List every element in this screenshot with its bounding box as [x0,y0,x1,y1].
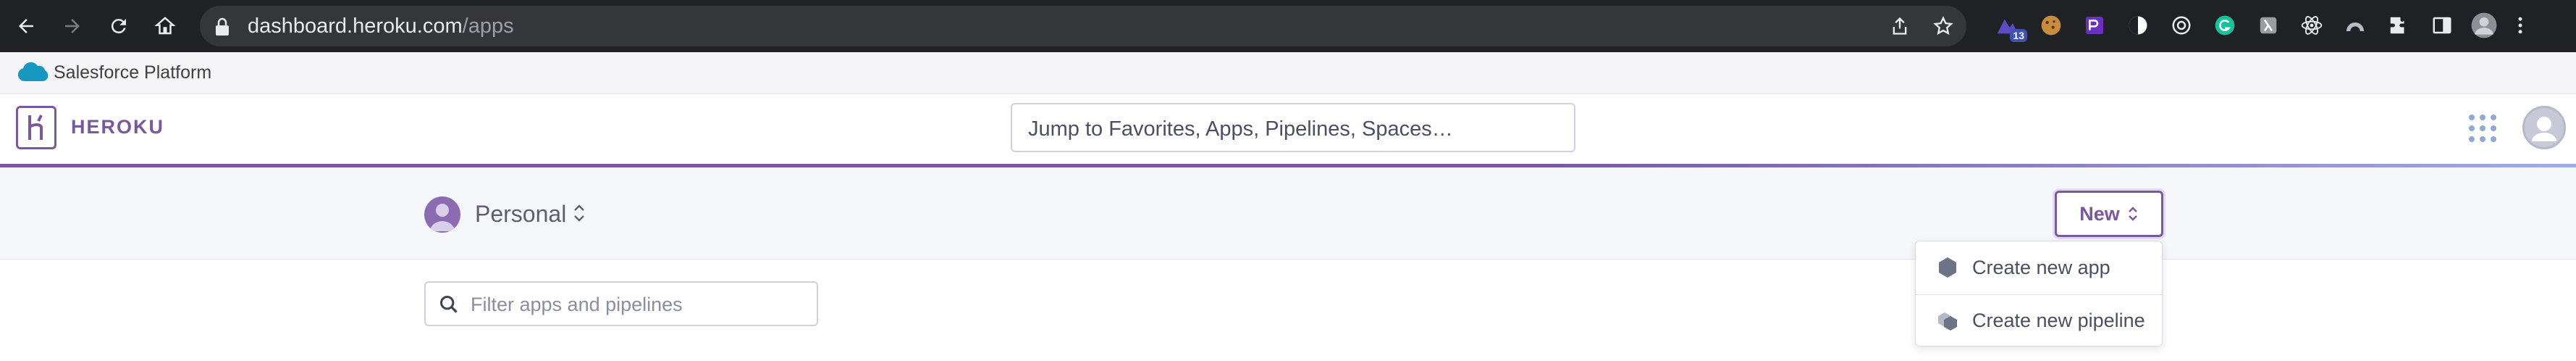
account-bar: Personal New [0,167,2576,260]
salesforce-platform-label: Salesforce Platform [54,62,212,83]
profile-avatar-icon [2471,12,2497,38]
jump-to-search-input[interactable]: Jump to Favorites, Apps, Pipelines, Spac… [1011,103,1575,152]
react-icon [2301,16,2323,35]
side-panel-icon [2433,17,2451,34]
url-path: /apps [462,14,514,38]
user-avatar[interactable] [2522,106,2566,149]
extension-react[interactable] [2297,10,2327,41]
apps-grid-icon[interactable] [2469,115,2496,142]
search-icon [439,295,458,313]
circle-half-icon [2129,16,2147,35]
bookmark-star-icon[interactable] [1933,16,1953,36]
jump-to-search-placeholder: Jump to Favorites, Apps, Pipelines, Spac… [1028,117,1453,141]
personal-account-avatar[interactable] [424,196,460,233]
kebab-menu-icon [2518,17,2522,34]
person-icon [430,204,455,231]
grammarly-icon [2215,15,2235,36]
salesforce-platform-strip: Salesforce Platform [0,52,2576,94]
extension-grammarly[interactable] [2210,10,2240,41]
salesforce-cloud-icon [17,62,49,82]
lambda-icon [2260,17,2277,34]
url-text: dashboard.heroku.com/apps [248,14,514,38]
new-dropdown-menu: Create new app Create new pipeline [1915,241,2163,347]
extension-circle[interactable] [2123,10,2153,41]
hexagon-icon [1939,257,1956,278]
extension-mountain[interactable]: 13 [1992,10,2027,42]
target-icon [2172,16,2191,35]
extensions-menu-button[interactable] [2383,10,2414,41]
user-silhouette-icon [2532,117,2556,141]
menu-item-label: Create new pipeline [1972,310,2145,331]
home-button[interactable] [152,13,178,39]
menu-item-label: Create new app [1972,256,2110,278]
lock-icon [216,17,229,36]
arc-icon [2346,22,2364,31]
menu-item-create-pipeline[interactable]: Create new pipeline [1916,294,2162,347]
address-bar[interactable]: dashboard.heroku.com/apps [200,6,1966,46]
extension-badge: 13 [2010,29,2027,42]
extension-arc[interactable] [2340,10,2370,41]
back-button[interactable] [13,13,39,39]
new-button[interactable]: New [2055,191,2163,237]
reload-button[interactable] [106,13,132,39]
cookie-icon [2041,15,2061,36]
chevron-up-down-icon [2128,207,2137,221]
puzzle-icon [2390,17,2404,34]
profile-button[interactable] [2469,10,2499,41]
home-icon [154,17,176,35]
share-icon[interactable] [1890,16,1910,36]
forward-button[interactable] [59,13,85,39]
chevron-up-down-icon[interactable] [572,202,586,224]
extension-cookie[interactable] [2036,10,2066,41]
side-panel-button[interactable] [2427,10,2457,41]
browser-menu-button[interactable] [2505,10,2535,41]
rp-icon [2086,17,2103,34]
forward-arrow-icon [65,19,80,33]
back-arrow-icon [19,19,33,33]
extension-rp[interactable] [2079,10,2110,41]
filter-apps-input[interactable]: Filter apps and pipelines [424,281,818,326]
extension-lambda[interactable] [2253,10,2284,41]
heroku-logo-icon[interactable] [16,106,56,149]
account-switcher-label[interactable]: Personal [475,201,566,228]
extension-target[interactable] [2166,10,2197,41]
heroku-logo-text[interactable]: HEROKU [71,116,164,138]
pipeline-icon [1938,312,1957,331]
heroku-header: HEROKU Jump to Favorites, Apps, Pipeline… [0,94,2576,164]
menu-item-create-app[interactable]: Create new app [1916,241,2162,294]
filter-apps-placeholder: Filter apps and pipelines [471,294,683,315]
url-domain: dashboard.heroku.com [248,14,463,38]
new-button-label: New [2079,202,2120,225]
browser-toolbar: dashboard.heroku.com/apps 13 [0,0,2576,52]
reload-icon [111,19,126,34]
